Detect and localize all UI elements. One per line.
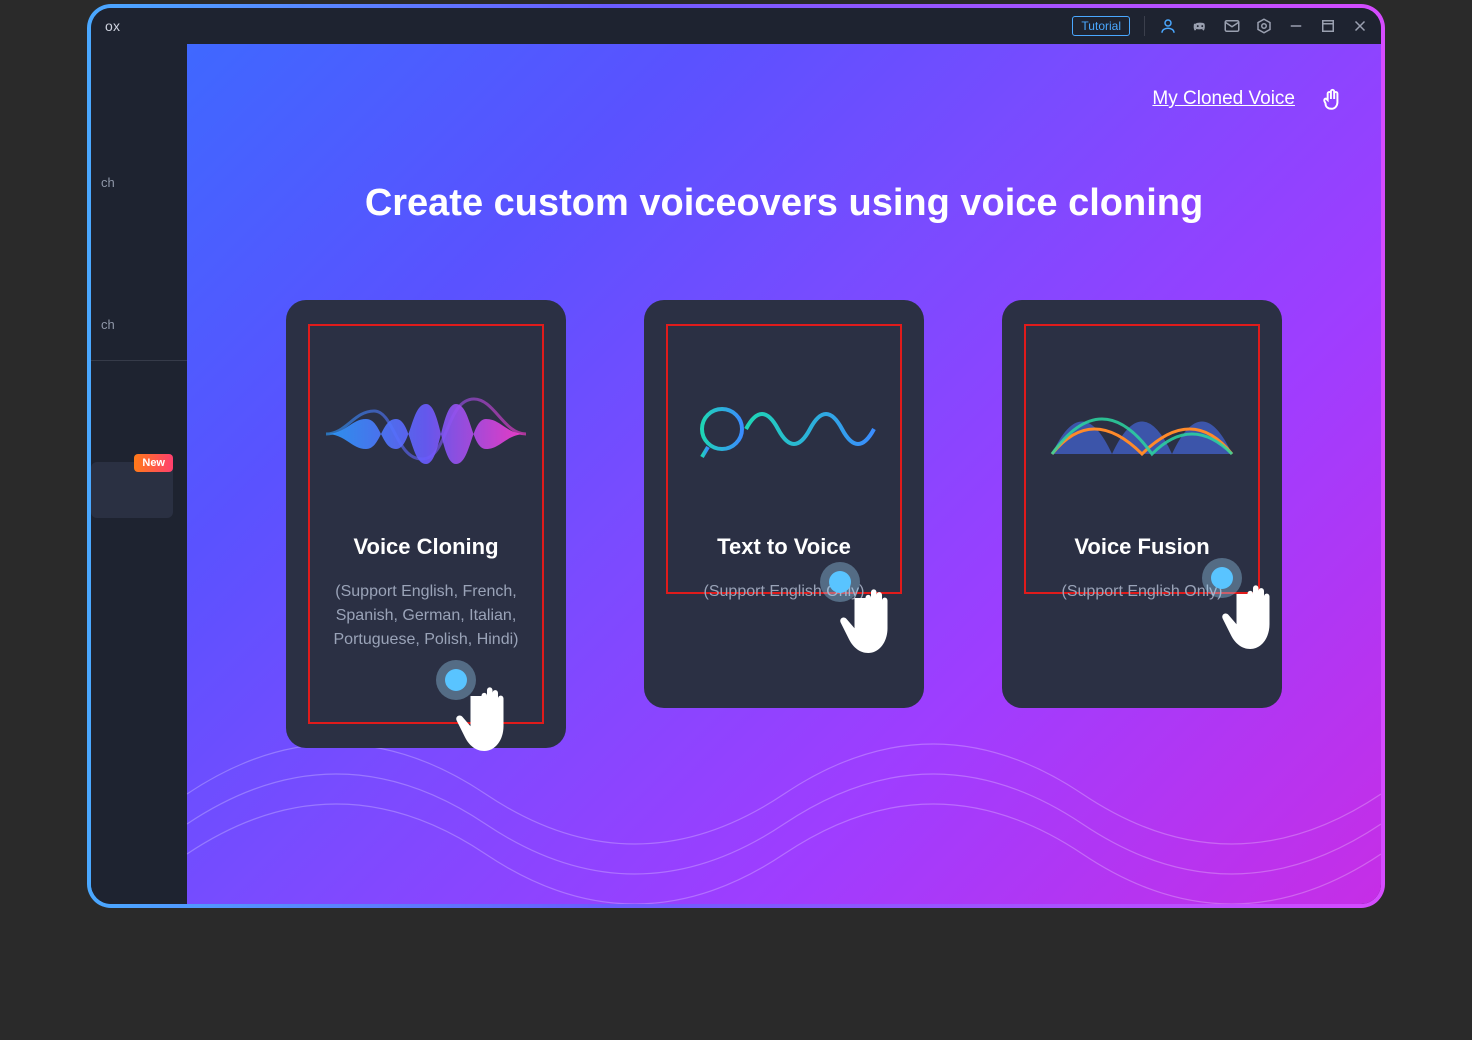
new-badge: New [134, 454, 173, 472]
minimize-button[interactable] [1287, 17, 1305, 35]
user-icon[interactable] [1159, 17, 1177, 35]
sidebar-item[interactable]: ch [91, 304, 187, 344]
app-window: ox Tutorial [87, 4, 1385, 908]
sidebar-item[interactable]: ch [91, 162, 187, 202]
card-voice-cloning[interactable]: Voice Cloning (Support English, French, … [286, 300, 566, 748]
voice-wave-icon [286, 374, 566, 494]
app-title: ox [105, 18, 120, 34]
sidebar: ch ch New [91, 44, 187, 904]
cards-row: Voice Cloning (Support English, French, … [187, 300, 1381, 748]
sidebar-item-active[interactable]: New [91, 462, 173, 518]
card-subtitle: (Support English Only) [1020, 580, 1264, 604]
body: ch ch New My Cloned Voice Create custom … [91, 44, 1381, 904]
titlebar-actions: Tutorial [1072, 16, 1369, 36]
settings-icon[interactable] [1255, 17, 1273, 35]
sidebar-divider [91, 360, 187, 361]
card-subtitle: (Support English Only) [662, 580, 906, 604]
tutorial-button[interactable]: Tutorial [1072, 16, 1130, 36]
main-panel: My Cloned Voice Create custom voiceovers… [187, 44, 1381, 904]
close-button[interactable] [1351, 17, 1369, 35]
gesture-icon[interactable] [1319, 86, 1345, 112]
sidebar-item-label: ch [101, 175, 115, 190]
voice-fusion-icon [1002, 374, 1282, 494]
sidebar-item-label: ch [101, 317, 115, 332]
card-title: Text to Voice [644, 534, 924, 560]
divider [1144, 16, 1145, 36]
main-header: My Cloned Voice [1152, 86, 1345, 112]
my-cloned-voice-link[interactable]: My Cloned Voice [1152, 88, 1295, 110]
card-voice-fusion[interactable]: Voice Fusion (Support English Only) [1002, 300, 1282, 708]
maximize-button[interactable] [1319, 17, 1337, 35]
page-title: Create custom voiceovers using voice clo… [187, 182, 1381, 225]
text-to-voice-icon [644, 374, 924, 494]
card-title: Voice Fusion [1002, 534, 1282, 560]
card-subtitle: (Support English, French, Spanish, Germa… [304, 580, 548, 652]
mail-icon[interactable] [1223, 17, 1241, 35]
discord-icon[interactable] [1191, 17, 1209, 35]
titlebar: ox Tutorial [91, 8, 1381, 44]
card-text-to-voice[interactable]: Text to Voice (Support English Only) [644, 300, 924, 708]
card-title: Voice Cloning [286, 534, 566, 560]
